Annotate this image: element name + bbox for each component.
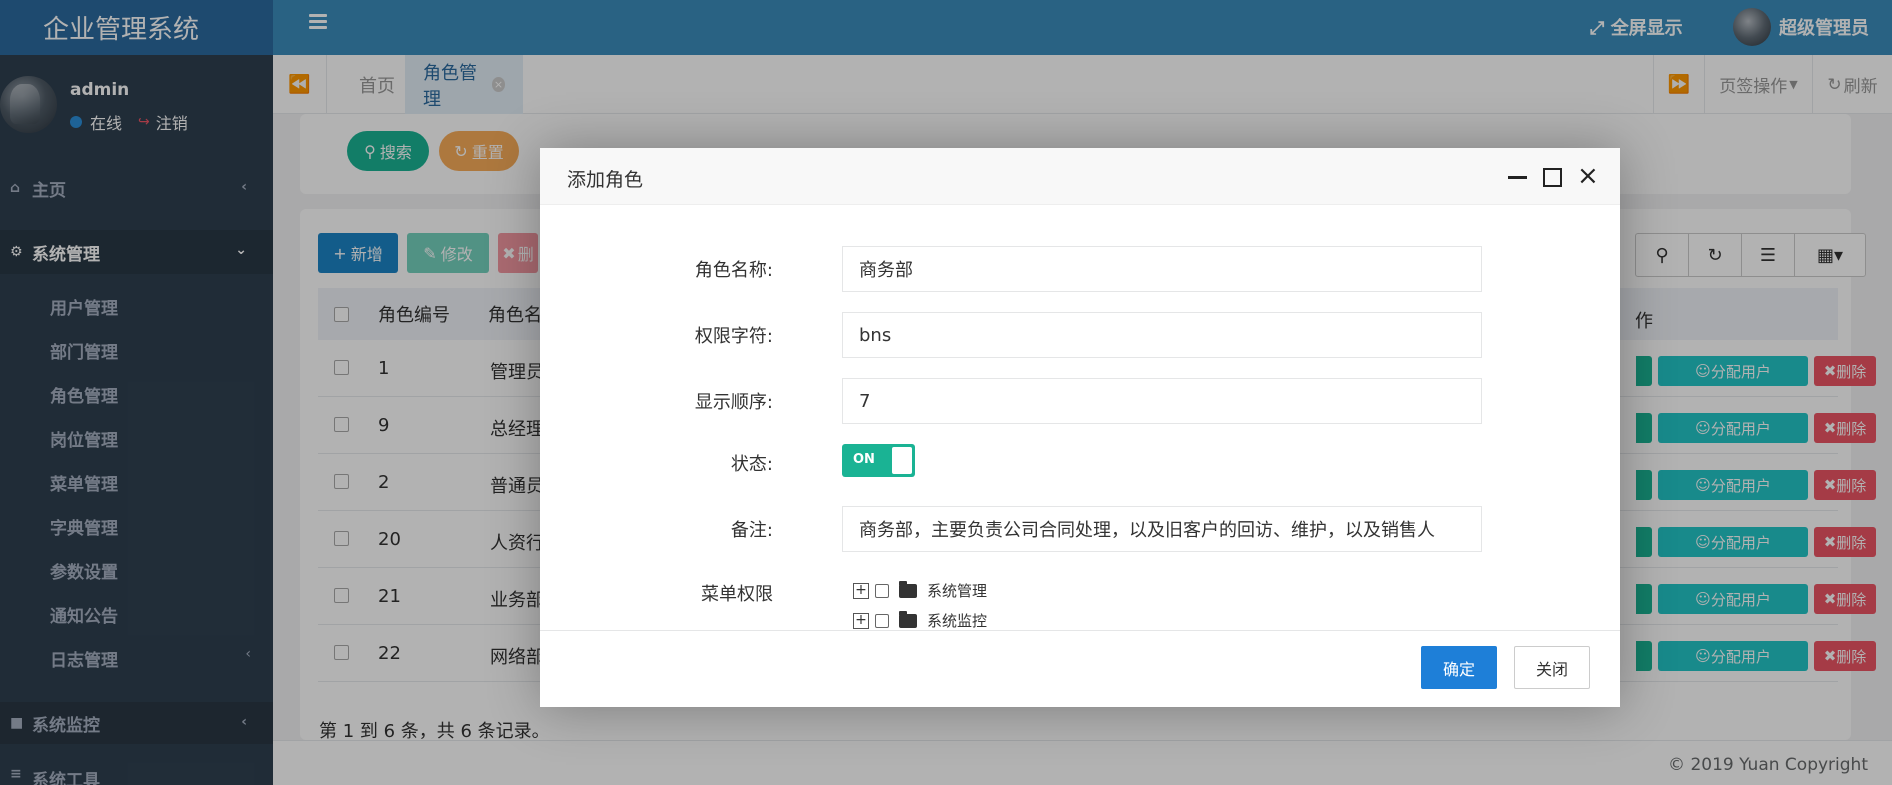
tree-node[interactable]: + 系统监控 <box>853 610 987 631</box>
order-label: 显示顺序: <box>694 392 773 413</box>
minimize-icon[interactable] <box>1508 176 1527 179</box>
menu-perm-label: 菜单权限 <box>701 584 773 605</box>
toggle-knob <box>892 447 912 474</box>
dialog-title: 添加角色 <box>567 169 644 191</box>
remark-label: 备注: <box>730 520 773 541</box>
perm-key-label: 权限字符: <box>694 326 773 347</box>
tree-node-label: 系统监控 <box>927 612 988 630</box>
form-row-perm-key: 权限字符: bns <box>540 312 1620 358</box>
toggle-on-text: ON <box>853 452 875 467</box>
folder-icon <box>899 610 917 628</box>
role-name-input[interactable]: 商务部 <box>842 246 1482 292</box>
form-row-order: 显示顺序: 7 <box>540 378 1620 424</box>
close-icon[interactable]: × <box>1577 161 1599 191</box>
dialog-footer: 确定 关闭 <box>540 630 1620 707</box>
tree-node-label: 系统管理 <box>927 582 988 600</box>
status-label: 状态: <box>730 454 773 475</box>
remark-input[interactable]: 商务部，主要负责公司合同处理，以及旧客户的回访、维护，以及销售人 <box>842 506 1482 552</box>
tree-node[interactable]: + 系统管理 <box>853 580 987 601</box>
form-row-status: 状态: ON <box>540 444 1620 490</box>
folder-icon <box>899 580 917 598</box>
dialog-header: 添加角色 × <box>540 148 1620 205</box>
role-name-label: 角色名称: <box>694 260 773 281</box>
close-button[interactable]: 关闭 <box>1514 646 1590 689</box>
tree-checkbox[interactable] <box>875 583 889 598</box>
expand-icon[interactable]: + <box>853 612 869 629</box>
form-row-remark: 备注: 商务部，主要负责公司合同处理，以及旧客户的回访、维护，以及销售人 <box>540 506 1620 552</box>
perm-key-input[interactable]: bns <box>842 312 1482 358</box>
confirm-button[interactable]: 确定 <box>1421 646 1497 689</box>
order-input[interactable]: 7 <box>842 378 1482 424</box>
form-row-role-name: 角色名称: 商务部 <box>540 246 1620 292</box>
maximize-icon[interactable] <box>1543 168 1562 187</box>
status-toggle[interactable]: ON <box>842 444 915 477</box>
expand-icon[interactable]: + <box>853 582 869 599</box>
tree-checkbox[interactable] <box>875 613 889 628</box>
form-row-menu-perm: 菜单权限 + 系统管理 + 系统监控 <box>540 578 1620 631</box>
add-role-dialog: 添加角色 × 角色名称: 商务部 权限字符: bns 显示顺序: 7 状态: O… <box>540 148 1620 707</box>
